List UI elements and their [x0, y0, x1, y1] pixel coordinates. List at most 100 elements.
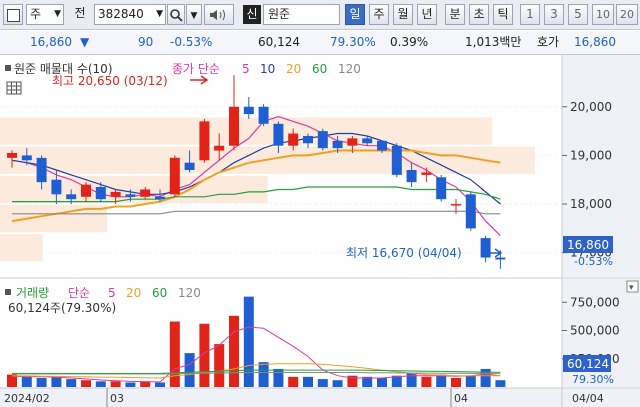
date-axis-background [0, 388, 640, 407]
search-button[interactable] [167, 4, 185, 25]
volume-bar [258, 362, 269, 387]
volume-bar [169, 321, 180, 387]
current-volume-pct-axis-label: 79.30% [572, 373, 614, 386]
quote-price: 16,860 [574, 35, 616, 49]
candle-body [81, 184, 91, 197]
candle-body [377, 140, 387, 151]
candle-body [155, 196, 165, 200]
current-volume-axis-label: 60,124 [567, 357, 609, 371]
candle-body [21, 155, 32, 161]
candle-body [332, 140, 343, 149]
volume-bar [495, 380, 506, 387]
volume-legend-ma60: 60 [152, 286, 167, 300]
volume-bar [317, 379, 328, 387]
candle-body [273, 123, 284, 146]
grid-table-icon[interactable] [6, 81, 22, 95]
candle-body [495, 257, 506, 260]
volume-legend-ma120: 120 [178, 286, 201, 300]
period-button-월[interactable]: 월 [393, 4, 413, 25]
turnover-rate: 0.39% [390, 35, 429, 49]
volume-bar [229, 315, 239, 387]
interval-button-5[interactable]: 5 [568, 4, 588, 25]
interval-button-3[interactable]: 3 [544, 4, 564, 25]
candle-body [303, 135, 313, 144]
candle-body [36, 157, 47, 183]
interval-button-10[interactable]: 10 [592, 4, 614, 25]
price-legend-ma60: 60 [312, 62, 327, 76]
period-label: 전 [74, 6, 86, 20]
candle-body [421, 172, 432, 175]
volume-legend-value: 60,124주(79.30%) [8, 301, 116, 315]
volume-legend-square-icon [5, 289, 11, 295]
candle-body [243, 106, 254, 115]
candle-body [95, 187, 106, 200]
date-axis-label-2024-02: 2024/02 [4, 392, 50, 405]
volume-bar [81, 380, 91, 387]
volume-bar [288, 376, 299, 387]
volume-axis-tick-label: 750,000 [570, 295, 620, 309]
period-button-주[interactable]: 주 [369, 4, 389, 25]
chart-svg[interactable]: 원준 매물대 수(10) 종가 단순 5 10 20 60 120 최고 20,… [0, 55, 640, 407]
candle-body [7, 152, 17, 158]
volume-bar [214, 344, 225, 387]
candle-body [480, 238, 491, 258]
stock-type-value: 주 [30, 7, 42, 21]
chevron-down-icon: ▼ [54, 9, 61, 19]
volume-profile-bar [0, 234, 43, 262]
candle-body [465, 194, 476, 229]
current-price-axis-label: 16,860 [567, 238, 609, 252]
stock-chart[interactable]: 원준 매물대 수(10) 종가 단순 5 10 20 60 120 최고 20,… [0, 55, 640, 407]
price-change: 90 [138, 35, 154, 49]
panel-menu-button[interactable] [3, 4, 23, 25]
volume-axis-tick-label: 500,000 [570, 324, 620, 338]
volume-bar [155, 382, 165, 387]
stock-type-select[interactable]: 주 ▼ [26, 4, 64, 25]
price-axis-tick-label: 19,000 [570, 148, 612, 162]
period-button-일[interactable]: 일 [345, 4, 365, 25]
candle-body [184, 162, 195, 170]
down-arrow-button[interactable]: ▼ [186, 4, 202, 25]
candle-body [125, 194, 136, 197]
period-button-초[interactable]: 초 [469, 4, 489, 25]
volume-value: 60,124 [258, 35, 300, 49]
stock-code-input[interactable]: 382840 ▼ [94, 4, 166, 25]
price-legend-ma10: 10 [260, 62, 275, 76]
volume-bar [421, 376, 432, 387]
interval-button-20[interactable]: 20 [616, 4, 638, 25]
date-axis-current-date: 04/04 [572, 392, 604, 405]
period-button-분[interactable]: 분 [445, 4, 465, 25]
volume-bar [243, 296, 254, 387]
volume-panel-toggle-label: ▾ [629, 283, 634, 293]
volume-bar [51, 376, 62, 387]
high-price-annotation: 최고 20,650 (03/12) [52, 74, 168, 88]
price-change-pct: -0.53% [170, 35, 213, 49]
stock-code-value: 382840 [98, 7, 144, 21]
candle-body [288, 133, 299, 146]
candle-body [110, 191, 121, 197]
candle-body [258, 106, 269, 124]
sound-button[interactable] [204, 4, 234, 25]
period-button-년[interactable]: 년 [417, 4, 437, 25]
candle-body [317, 131, 328, 149]
price-legend-ma120: 120 [338, 62, 361, 76]
volume-bar [184, 353, 195, 387]
volume-bar [303, 376, 313, 387]
date-axis-label-04: 04 [454, 392, 468, 405]
candle-body [51, 179, 62, 195]
company-name-field[interactable]: 원준 [263, 4, 340, 25]
candle-body [214, 145, 225, 151]
period-button-틱[interactable]: 틱 [493, 4, 513, 25]
panel-icon [7, 9, 20, 22]
quote-info-bar: 16,860 ▼ 90 -0.53% 60,124 79.30% 0.39% 1… [0, 31, 640, 55]
toolbar: 주 ▼ 전 382840 ▼ ▼ 신 원준 일 주 월 년 분 초 틱 1 3 … [0, 0, 640, 30]
volume-bar [125, 382, 136, 387]
volume-bar [377, 377, 387, 387]
volume-bar [36, 377, 47, 387]
chevron-down-icon: ▼ [190, 11, 198, 21]
price-legend-ma5: 5 [242, 62, 250, 76]
interval-button-1[interactable]: 1 [520, 4, 540, 25]
volume-legend-line-type: 단순 [68, 286, 90, 300]
price-legend-line-type: 종가 단순 [172, 62, 220, 76]
candle-body [362, 138, 373, 144]
candle-body [391, 145, 402, 175]
